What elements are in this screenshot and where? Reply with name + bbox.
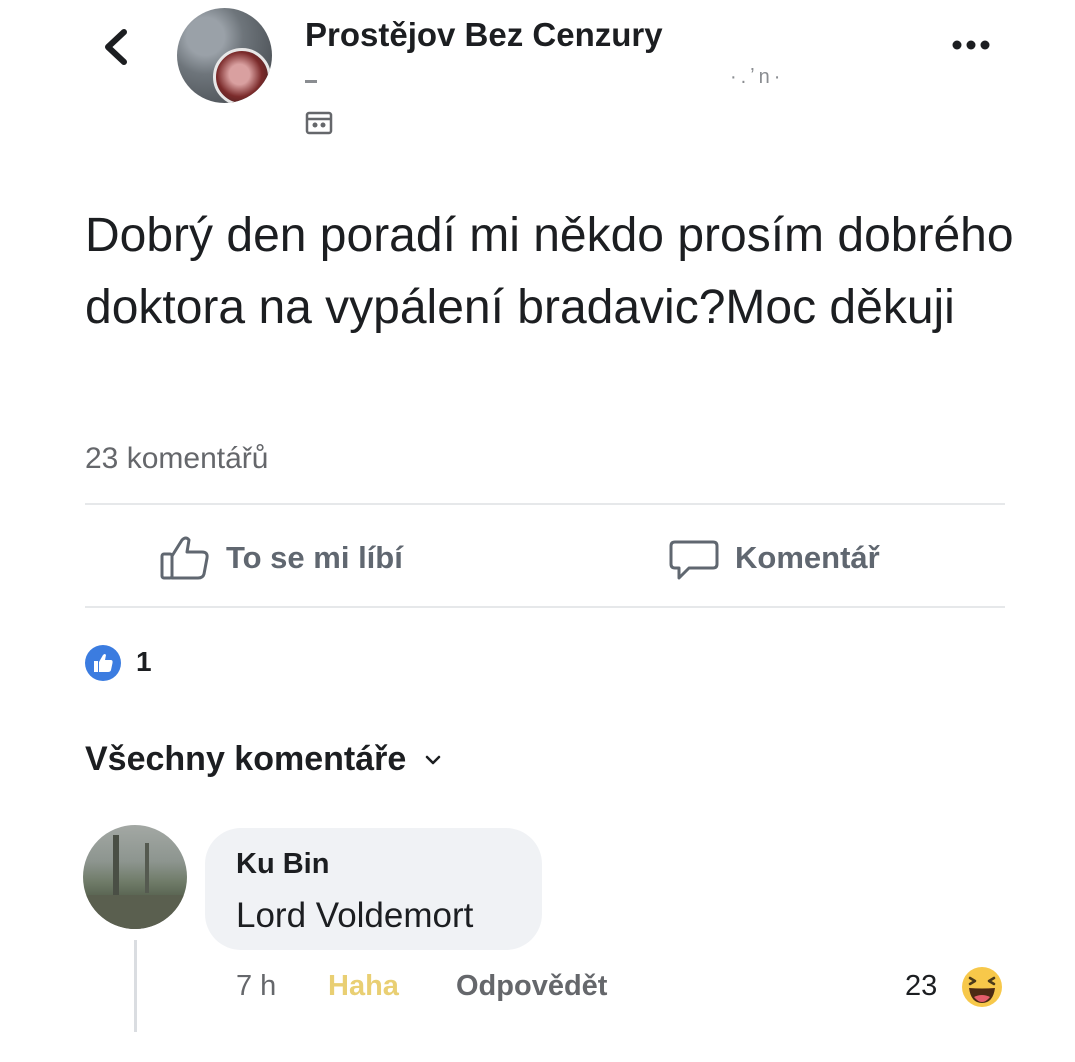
comment-text: Lord Voldemort [236,896,474,935]
group-avatar[interactable] [177,8,272,103]
thumbs-up-icon [160,536,209,580]
haha-reaction-button[interactable]: Haha [328,970,399,1003]
thread-line [134,940,137,1032]
like-button[interactable]: To se mi líbí [158,530,403,586]
post-text: Dobrý den poradí mi někdo prosím dobrého… [85,209,1014,334]
divider [85,503,1005,505]
reaction-count[interactable]: 1 [136,646,152,678]
more-options-icon [952,40,990,50]
avatar-photo [83,835,187,929]
reply-button[interactable]: Odpovědět [456,970,607,1003]
like-reaction-badge[interactable] [85,645,121,681]
comment-bubble-icon [669,540,719,580]
comment-button[interactable]: Komentář [667,530,880,586]
comment-timestamp: 7 h [236,970,277,1002]
haha-emoji-icon [960,965,1004,1009]
group-name[interactable]: Prostějov Bez Cenzury [305,16,663,54]
like-label: To se mi líbí [226,540,403,575]
comments-filter-dropdown[interactable]: Všechny komentáře [85,740,450,779]
comment-author[interactable]: Ku Bin [236,848,329,881]
comment-label: Komentář [735,540,880,575]
divider [85,606,1005,608]
chevron-down-icon [426,755,441,764]
more-options-button[interactable] [945,30,997,60]
thumbs-up-icon [94,654,113,672]
privacy-icon [305,110,333,136]
post-timestamp: ·.ʼn· [730,66,785,88]
back-arrow-icon [105,29,127,65]
comment-reaction-count[interactable]: 23 [905,970,937,1003]
comments-filter-label: Všechny komentáře [85,740,407,778]
back-button[interactable] [96,22,140,72]
comment-count[interactable]: 23 komentářů [85,442,268,476]
post-meta-mark [305,80,317,83]
avatar[interactable] [83,825,187,929]
group-avatar-badge [213,48,271,103]
